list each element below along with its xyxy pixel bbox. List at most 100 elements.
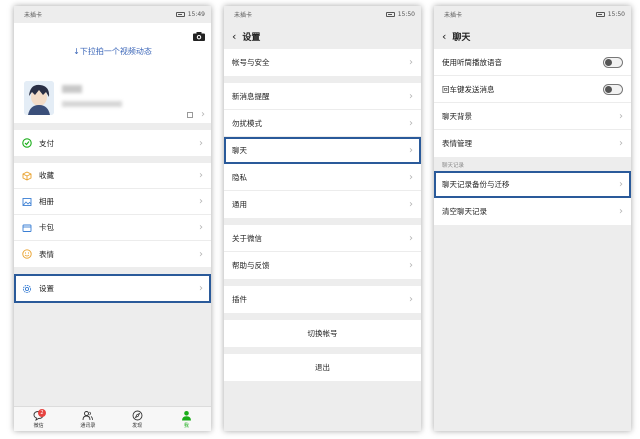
chevron-right-icon: › bbox=[409, 90, 413, 102]
nav-bar: ‹ 设置 bbox=[224, 23, 421, 49]
avatar[interactable] bbox=[24, 81, 54, 115]
carrier-text: 未插卡 bbox=[444, 12, 463, 19]
bottom-tab-bar: 微信 2 通讯录 发现 我 bbox=[14, 406, 211, 431]
settings-group-account: 帐号与安全 › bbox=[224, 49, 421, 76]
chat-item-clear-history[interactable]: 清空聊天记录 › bbox=[434, 198, 631, 225]
pay-icon bbox=[22, 138, 32, 148]
nav-bar: ‹ 聊天 bbox=[434, 23, 631, 49]
chevron-right-icon: › bbox=[409, 144, 413, 156]
tab-me[interactable]: 我 bbox=[162, 407, 211, 431]
chat-option-label: 聊天记录备份与迁移 bbox=[442, 179, 510, 189]
page-title: 聊天 bbox=[452, 32, 471, 43]
earpiece-toggle[interactable] bbox=[603, 56, 623, 68]
image-icon bbox=[22, 197, 32, 206]
back-arrow-icon[interactable]: ‹ bbox=[442, 30, 446, 43]
contacts-icon bbox=[82, 410, 94, 420]
phone-settings-screen: 未插卡 15:50 ‹ 设置 帐号与安全 › 新消息提醒 › 勿扰模式 › 聊天… bbox=[224, 6, 421, 431]
qr-code-icon[interactable] bbox=[187, 112, 193, 118]
status-time: 15:50 bbox=[397, 11, 415, 18]
wallet-icon bbox=[22, 224, 32, 232]
carrier-text: 未插卡 bbox=[234, 12, 253, 19]
settings-item-chat[interactable]: 聊天 › bbox=[224, 137, 421, 164]
switch-account-group: 切换帐号 bbox=[224, 320, 421, 347]
switch-account-button[interactable]: 切换帐号 bbox=[224, 320, 421, 347]
blurred-username bbox=[62, 85, 82, 93]
tab-label: 我 bbox=[183, 422, 189, 429]
tab-contacts[interactable]: 通讯录 bbox=[63, 407, 112, 431]
settings-group-general: 新消息提醒 › 勿扰模式 › 聊天 › 隐私 › 通用 › bbox=[224, 83, 421, 218]
settings-item-privacy[interactable]: 隐私 › bbox=[224, 164, 421, 191]
chevron-right-icon: › bbox=[199, 196, 203, 207]
settings-item-account-security[interactable]: 帐号与安全 › bbox=[224, 49, 421, 76]
menu-item-favorites[interactable]: 收藏 › bbox=[14, 163, 211, 189]
battery-icon bbox=[385, 12, 395, 17]
enter-send-toggle[interactable] bbox=[603, 83, 623, 95]
settings-item-plugins[interactable]: 插件 › bbox=[224, 286, 421, 313]
menu-item-album[interactable]: 相册 › bbox=[14, 189, 211, 215]
chat-option-label: 表情管理 bbox=[442, 139, 472, 148]
chevron-right-icon: › bbox=[199, 137, 203, 149]
chevron-right-icon: › bbox=[619, 110, 623, 122]
settings-item-notifications[interactable]: 新消息提醒 › bbox=[224, 83, 421, 110]
chat-options-group: 使用听筒播放语音 回车键发送消息 聊天背景 › 表情管理 › bbox=[434, 49, 631, 157]
phone-me-screen: 未插卡 15:49 ↓下拉拍一个视频动态 › 支付 › 收藏 › 相册 › 卡包… bbox=[14, 6, 211, 431]
menu-label: 相册 bbox=[39, 197, 54, 206]
menu-item-cards[interactable]: 卡包 › bbox=[14, 215, 211, 241]
chevron-right-icon: › bbox=[409, 57, 413, 68]
settings-label: 帐号与安全 bbox=[232, 58, 270, 67]
menu-item-stickers[interactable]: 表情 › bbox=[14, 241, 211, 267]
menu-item-pay[interactable]: 支付 › bbox=[14, 130, 211, 156]
chat-item-background[interactable]: 聊天背景 › bbox=[434, 103, 631, 130]
phone-chat-settings-screen: 未插卡 15:50 ‹ 聊天 使用听筒播放语音 回车键发送消息 聊天背景 › 表… bbox=[434, 6, 631, 431]
logout-group: 退出 bbox=[224, 354, 421, 381]
page-title: 设置 bbox=[242, 32, 261, 43]
blurred-wechat-id bbox=[62, 101, 122, 107]
pull-down-video-hint[interactable]: ↓下拉拍一个视频动态 bbox=[14, 46, 211, 57]
chevron-right-icon: › bbox=[409, 260, 413, 271]
settings-item-do-not-disturb[interactable]: 勿扰模式 › bbox=[224, 110, 421, 137]
chevron-right-icon: › bbox=[409, 232, 413, 244]
cube-icon bbox=[22, 170, 32, 181]
menu-item-settings[interactable]: 设置 › bbox=[14, 274, 211, 303]
settings-label: 勿扰模式 bbox=[232, 118, 262, 128]
settings-group-about: 关于微信 › 帮助与反馈 › bbox=[224, 225, 421, 279]
settings-group: 设置 › bbox=[14, 274, 211, 303]
chevron-right-icon: › bbox=[199, 283, 203, 294]
chevron-right-icon: › bbox=[199, 248, 203, 260]
tab-label: 通讯录 bbox=[80, 422, 96, 429]
gear-icon bbox=[22, 284, 32, 293]
settings-label: 插件 bbox=[232, 295, 247, 304]
chat-item-enter-to-send[interactable]: 回车键发送消息 bbox=[434, 76, 631, 103]
chevron-right-icon: › bbox=[409, 199, 413, 210]
chat-option-label: 回车键发送消息 bbox=[442, 84, 495, 94]
chevron-right-icon: › bbox=[619, 138, 623, 149]
tab-discover[interactable]: 发现 bbox=[113, 407, 162, 431]
chat-item-sticker-management[interactable]: 表情管理 › bbox=[434, 130, 631, 157]
switch-account-label: 切换帐号 bbox=[307, 329, 338, 338]
chat-option-label: 清空聊天记录 bbox=[442, 207, 487, 216]
status-bar: 未插卡 15:50 bbox=[434, 6, 631, 23]
logout-button[interactable]: 退出 bbox=[224, 354, 421, 381]
tab-label: 微信 bbox=[33, 422, 44, 429]
chat-option-label: 聊天背景 bbox=[442, 111, 472, 121]
person-icon bbox=[181, 410, 191, 420]
logout-label: 退出 bbox=[315, 363, 330, 372]
tab-chats[interactable]: 微信 2 bbox=[14, 407, 63, 431]
settings-label: 聊天 bbox=[232, 145, 247, 155]
settings-label: 隐私 bbox=[232, 172, 247, 182]
chevron-right-icon: › bbox=[409, 171, 413, 183]
features-group: 收藏 › 相册 › 卡包 › 表情 › bbox=[14, 163, 211, 267]
back-arrow-icon[interactable]: ‹ bbox=[232, 30, 236, 43]
settings-label: 关于微信 bbox=[232, 233, 262, 243]
chat-item-backup-migrate[interactable]: 聊天记录备份与迁移 › bbox=[434, 171, 631, 198]
menu-label: 设置 bbox=[39, 284, 54, 293]
camera-icon[interactable] bbox=[193, 32, 205, 41]
menu-label: 支付 bbox=[39, 138, 54, 148]
profile-header[interactable]: ↓下拉拍一个视频动态 › bbox=[14, 23, 211, 123]
settings-item-help-feedback[interactable]: 帮助与反馈 › bbox=[224, 252, 421, 279]
settings-item-general[interactable]: 通用 › bbox=[224, 191, 421, 218]
settings-item-about[interactable]: 关于微信 › bbox=[224, 225, 421, 252]
section-header-chat-history: 聊天记录 bbox=[442, 163, 465, 169]
status-bar: 未插卡 15:49 bbox=[14, 6, 211, 23]
chat-item-earpiece-playback[interactable]: 使用听筒播放语音 bbox=[434, 49, 631, 76]
